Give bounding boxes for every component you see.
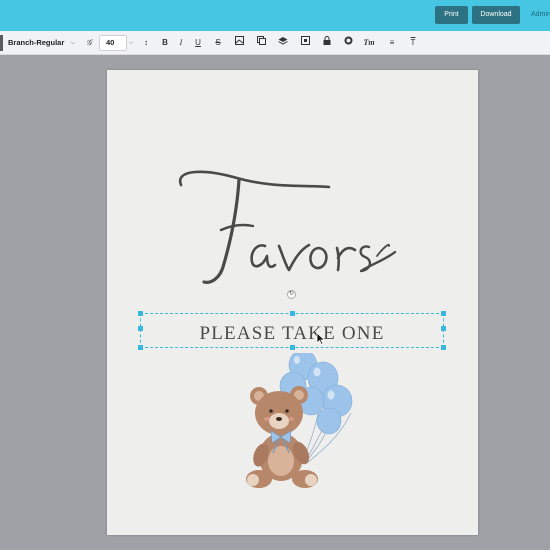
- design-canvas[interactable]: ↻ PLEASE TAKE ONE: [107, 70, 478, 535]
- lock-icon[interactable]: [320, 35, 334, 51]
- format-toolbar: Branch-Regular ⌵ 𝒢 40 ⌵ ↕ B I U S Tт ≡ T: [0, 31, 550, 55]
- underline-icon[interactable]: U: [191, 35, 205, 51]
- teddy-bear-balloons-image[interactable]: [241, 353, 371, 493]
- color-icon[interactable]: [341, 35, 355, 51]
- resize-handle[interactable]: [441, 311, 446, 316]
- chevron-down-icon: ⌵: [70, 40, 75, 46]
- mouse-cursor-icon: [316, 332, 326, 345]
- font-size-input[interactable]: 40: [99, 35, 127, 51]
- admin-link[interactable]: Admin: [531, 6, 550, 24]
- text-transform-icon[interactable]: Tт: [362, 35, 376, 51]
- print-button[interactable]: Print: [435, 6, 468, 24]
- list-icon[interactable]: ≡: [385, 35, 399, 51]
- resize-handle[interactable]: [290, 311, 295, 316]
- app-header: Print Download Admin: [0, 0, 550, 31]
- image-icon[interactable]: [232, 35, 246, 51]
- clear-format-icon[interactable]: T: [406, 35, 420, 51]
- selected-text-box[interactable]: PLEASE TAKE ONE: [138, 311, 446, 350]
- title-text[interactable]: [107, 70, 478, 300]
- font-family-value: Branch-Regular: [8, 38, 65, 47]
- chevron-down-icon[interactable]: ⌵: [127, 35, 135, 51]
- download-button[interactable]: Download: [472, 6, 520, 24]
- bold-icon[interactable]: B: [158, 35, 172, 51]
- italic-icon[interactable]: I: [174, 35, 188, 51]
- layers-icon[interactable]: [276, 35, 290, 51]
- resize-handle[interactable]: [441, 345, 446, 350]
- line-height-icon[interactable]: ↕: [139, 35, 153, 51]
- toolbar-edge: [0, 35, 3, 51]
- strikethrough-icon[interactable]: S: [211, 35, 225, 51]
- resize-handle[interactable]: [138, 345, 143, 350]
- resize-handle[interactable]: [290, 345, 295, 350]
- resize-handle[interactable]: [138, 311, 143, 316]
- font-style-icon[interactable]: 𝒢: [82, 35, 96, 51]
- rotate-handle-icon[interactable]: ↻: [287, 290, 296, 299]
- subtitle-text[interactable]: PLEASE TAKE ONE: [141, 323, 443, 345]
- font-family-select[interactable]: Branch-Regular ⌵: [8, 35, 75, 51]
- duplicate-icon[interactable]: [254, 35, 268, 51]
- resize-handle[interactable]: [138, 326, 143, 331]
- resize-handle[interactable]: [441, 326, 446, 331]
- arrange-icon[interactable]: [298, 35, 312, 51]
